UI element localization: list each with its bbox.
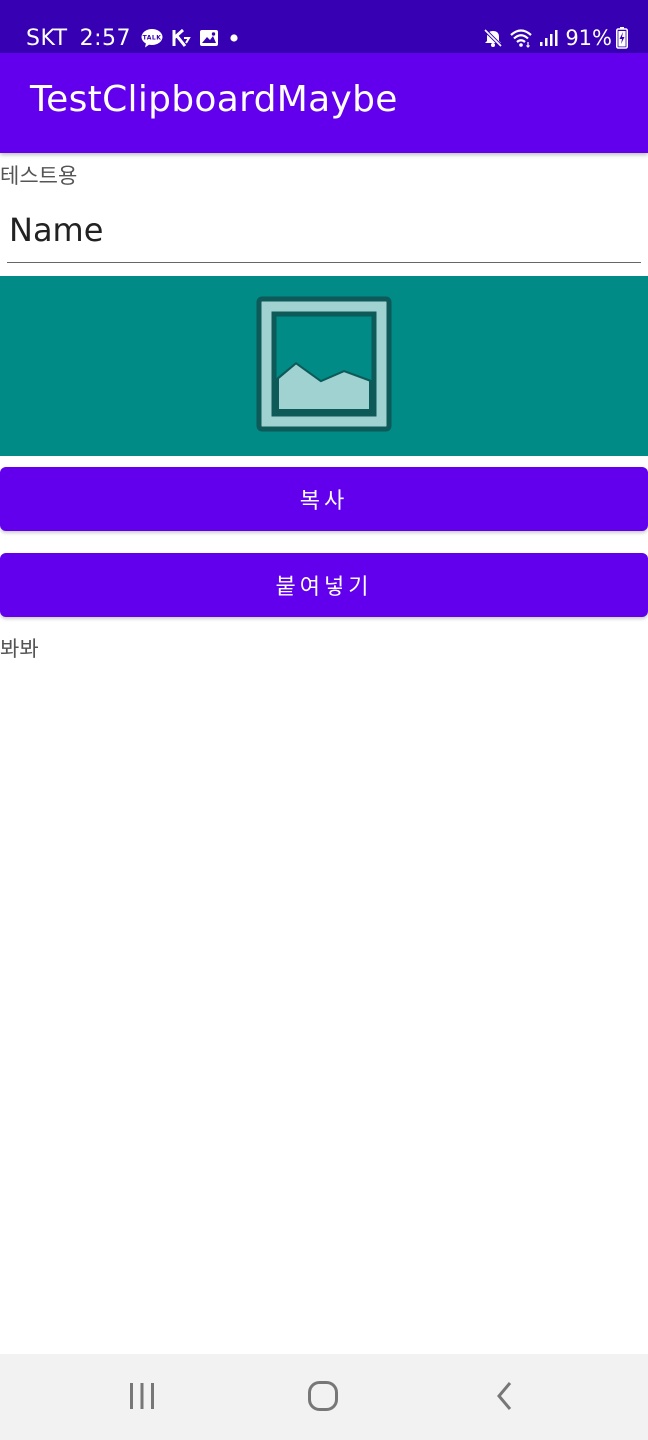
clock: 2:57: [79, 25, 132, 51]
status-left: SKT 2:57 TALK: [26, 23, 249, 53]
status-bar: SKT 2:57 TALK 91%: [0, 0, 648, 53]
result-label: 봐봐: [0, 637, 39, 661]
back-button[interactable]: [483, 1376, 527, 1420]
test-label: 테스트용: [0, 164, 78, 188]
app-title: TestClipboardMaybe: [30, 79, 398, 120]
battery-percent: 91%: [565, 26, 612, 50]
recents-button[interactable]: [120, 1376, 164, 1420]
paste-button[interactable]: 붙여넣기: [0, 553, 648, 617]
k-app-icon: [171, 28, 191, 48]
carrier-label: SKT: [26, 25, 68, 51]
dot-icon: [227, 31, 241, 45]
image-placeholder-icon: [256, 296, 392, 436]
battery-charging-icon: [616, 27, 628, 49]
app-bar: TestClipboardMaybe: [0, 53, 648, 153]
signal-icon: [539, 28, 559, 48]
svg-text:TALK: TALK: [143, 35, 162, 42]
home-icon: [307, 1380, 339, 1416]
status-right: 91%: [483, 23, 628, 53]
image-view: [0, 276, 648, 456]
back-icon: [493, 1380, 517, 1416]
name-input[interactable]: [7, 205, 641, 263]
copy-button[interactable]: 복사: [0, 467, 648, 531]
navigation-bar: [0, 1354, 648, 1440]
talk-message-icon: TALK: [141, 28, 163, 48]
mute-icon: [483, 28, 503, 48]
recents-icon: [127, 1382, 157, 1414]
wifi-icon: [509, 28, 533, 48]
gallery-icon: [199, 29, 219, 47]
home-button[interactable]: [301, 1376, 345, 1420]
